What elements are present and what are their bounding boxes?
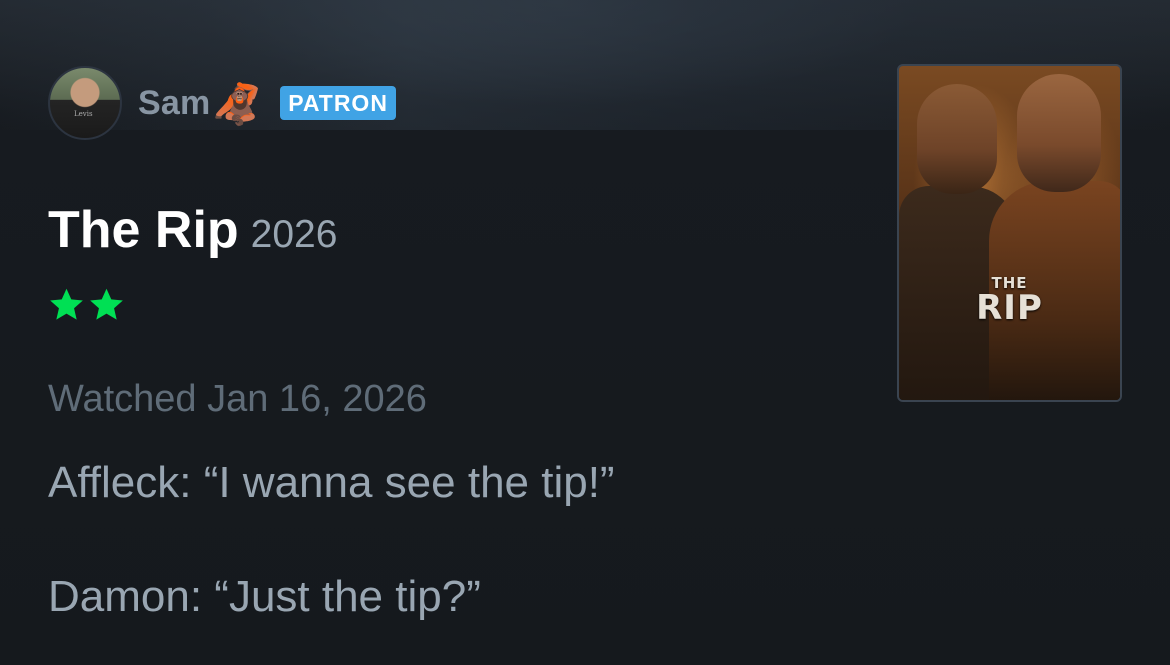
- patron-badge: PATRON: [280, 86, 396, 120]
- film-heading: The Rip 2026: [48, 200, 337, 260]
- film-title[interactable]: The Rip: [48, 200, 239, 260]
- avatar[interactable]: Levis: [48, 66, 122, 140]
- orangutan-emoji-icon: 🦧: [212, 83, 263, 127]
- review-author: Levis Sam 🦧 PATRON: [48, 66, 396, 140]
- watched-date: Watched Jan 16, 2026: [48, 378, 427, 420]
- poster-face-left: [917, 84, 997, 194]
- star-rating: [48, 286, 125, 323]
- review-page: Levis Sam 🦧 PATRON The Rip 2026 Watched …: [0, 0, 1170, 665]
- review-paragraph: Damon: “Just the tip?”: [48, 572, 481, 621]
- username[interactable]: Sam: [138, 84, 210, 123]
- film-year[interactable]: 2026: [251, 213, 338, 257]
- poster-face-right: [1017, 74, 1101, 192]
- star-icon: [50, 288, 83, 320]
- star-icon: [90, 288, 123, 320]
- review-paragraph: Affleck: “I wanna see the tip!”: [48, 458, 615, 507]
- review-body: Affleck: “I wanna see the tip!” Damon: “…: [48, 455, 848, 625]
- poster-logo-line2: RIP: [976, 288, 1043, 328]
- avatar-shirt-text: Levis: [74, 110, 93, 118]
- film-poster[interactable]: THE RIP: [897, 64, 1122, 402]
